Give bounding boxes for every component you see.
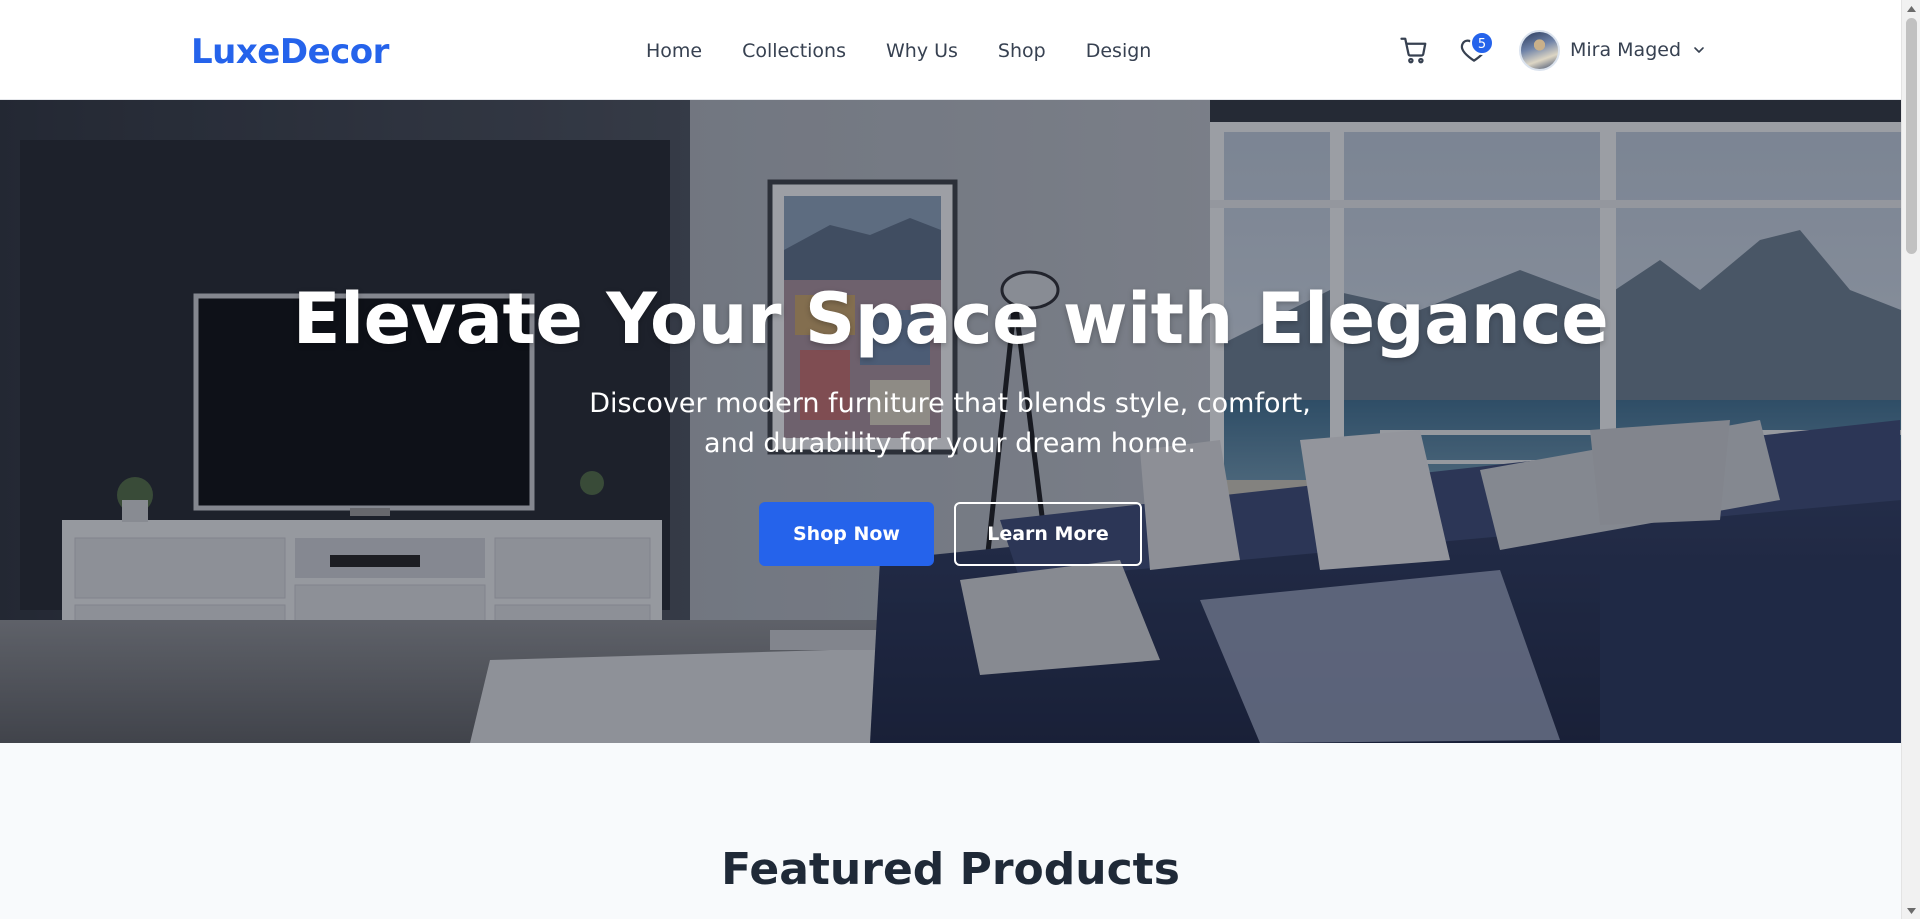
nav-link-home[interactable]: Home [646, 38, 702, 64]
shop-now-button[interactable]: Shop Now [759, 502, 934, 566]
arrow-down-icon [1907, 907, 1916, 914]
hero-subtitle: Discover modern furniture that blends st… [589, 388, 1311, 459]
scroll-down-button[interactable] [1902, 902, 1920, 919]
vertical-scrollbar[interactable] [1901, 0, 1920, 919]
nav-link-collections[interactable]: Collections [742, 38, 846, 64]
wishlist-count-badge: 5 [1470, 31, 1494, 55]
featured-products-heading: Featured Products [721, 844, 1180, 895]
nav-link-shop[interactable]: Shop [998, 38, 1046, 64]
avatar [1519, 29, 1560, 71]
cart-button[interactable] [1396, 32, 1432, 68]
user-menu[interactable]: Mira Maged [1519, 28, 1707, 72]
scroll-up-button[interactable] [1902, 0, 1920, 17]
hero-title: Elevate Your Space with Elegance [292, 278, 1609, 360]
nav-link-why-us[interactable]: Why Us [886, 38, 958, 64]
cart-icon [1400, 37, 1427, 64]
chevron-down-icon [1694, 47, 1704, 53]
scrollbar-thumb[interactable] [1906, 18, 1917, 254]
learn-more-button[interactable]: Learn More [954, 502, 1142, 566]
main-nav: Home Collections Why Us Shop Design [646, 38, 1151, 64]
hero-banner: Elevate Your Space with Elegance Discove… [0, 100, 1901, 743]
nav-link-design[interactable]: Design [1086, 38, 1152, 64]
brand-logo[interactable]: LuxeDecor [191, 30, 389, 74]
arrow-up-icon [1907, 5, 1916, 12]
user-name: Mira Maged [1570, 39, 1682, 61]
site-header: LuxeDecor Home Collections Why Us Shop D… [0, 0, 1901, 100]
